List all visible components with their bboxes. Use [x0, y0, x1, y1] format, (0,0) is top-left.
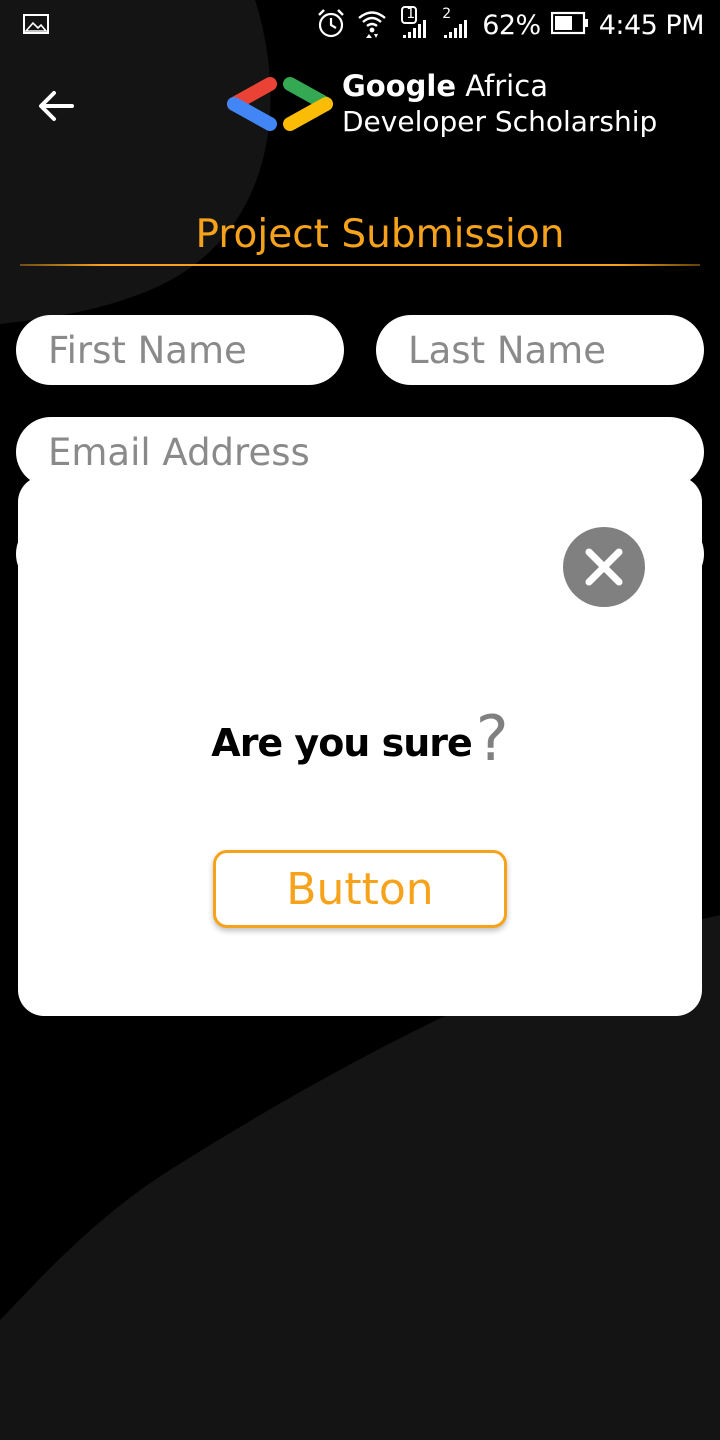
dialog-message-text: Are you sure: [211, 721, 472, 765]
brand-africa: Africa: [456, 69, 548, 103]
brand-name-line2: Developer Scholarship: [342, 105, 658, 138]
brand: Google Africa Developer Scholarship: [226, 68, 657, 140]
back-button[interactable]: [30, 80, 82, 132]
dialog-message: Are you sure?: [18, 702, 702, 775]
alarm-icon: [316, 7, 346, 43]
last-name-field[interactable]: [376, 315, 704, 385]
wifi-icon: [356, 7, 388, 43]
image-icon: [22, 12, 50, 36]
signal-icon: 1: [398, 6, 432, 44]
brand-google: Google: [342, 69, 457, 103]
arrow-left-icon: [39, 91, 74, 121]
question-mark: ?: [475, 702, 509, 775]
sim1-label: 1: [406, 6, 416, 22]
sim2-label: 2: [442, 6, 452, 22]
gads-logo-icon: [227, 77, 333, 131]
status-bar: 1 2 62% 4:45 PM: [0, 0, 720, 50]
brand-name-line1: Google Africa: [342, 68, 657, 104]
first-name-field[interactable]: [16, 315, 344, 385]
page-title: Project Submission: [195, 212, 565, 257]
clock: 4:45 PM: [598, 9, 705, 41]
close-icon: [585, 548, 623, 586]
signal-icon-2: 2: [442, 6, 472, 44]
title-divider: [20, 264, 700, 266]
close-button[interactable]: [563, 527, 645, 607]
confirm-button[interactable]: Button: [213, 850, 507, 928]
confirmation-dialog: Are you sure? Button: [18, 476, 702, 1016]
battery-percent: 62%: [482, 9, 541, 41]
battery-icon: [550, 11, 589, 39]
